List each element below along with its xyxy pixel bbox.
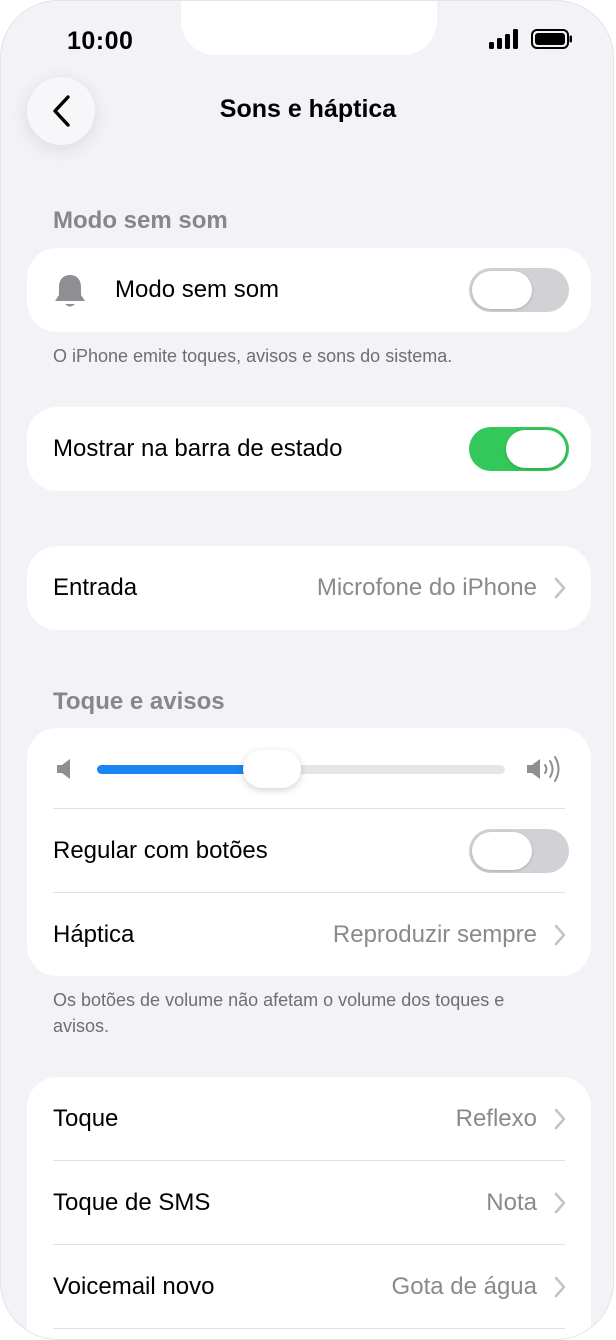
toggle-knob — [472, 271, 532, 309]
adjust-with-buttons-toggle[interactable] — [469, 829, 569, 873]
toggle-knob — [506, 430, 566, 468]
ringtone-value: Reflexo — [455, 1105, 537, 1132]
status-time: 10:00 — [67, 27, 134, 55]
adjust-with-buttons-label: Regular com botões — [53, 837, 268, 864]
input-card: Entrada Microfone do iPhone — [27, 546, 591, 630]
chevron-right-icon — [554, 1276, 566, 1298]
silent-mode-card: Modo sem som — [27, 248, 591, 332]
chevron-right-icon — [554, 1192, 566, 1214]
ringer-card: Regular com botões Háptica Reproduzir se… — [27, 728, 591, 976]
list-item-new-voicemail[interactable]: Voicemail novo Gota de água — [27, 1245, 591, 1329]
volume-slider-thumb[interactable] — [243, 750, 302, 788]
volume-slider[interactable] — [97, 765, 505, 774]
speaker-high-icon — [527, 756, 560, 782]
divider — [53, 808, 565, 809]
divider — [53, 1328, 565, 1329]
haptics-label: Háptica — [53, 921, 135, 948]
input-row[interactable]: Entrada Microfone do iPhone — [27, 546, 591, 630]
text-tone-label: Toque de SMS — [53, 1189, 211, 1216]
toggle-knob — [472, 832, 532, 870]
new-voicemail-value: Gota de água — [391, 1273, 537, 1300]
ringer-footnote: Os botões de volume não afetam o volume … — [53, 990, 505, 1036]
bell-icon — [55, 275, 85, 307]
chevron-right-icon — [554, 1108, 566, 1130]
volume-slider-row — [27, 728, 591, 810]
sounds-card: Toque Reflexo Toque de SMS Nota Voicemai… — [27, 1077, 591, 1339]
section-header-silent: Modo sem som — [53, 207, 228, 234]
new-voicemail-label: Voicemail novo — [53, 1273, 215, 1300]
status-bar-card: Mostrar na barra de estado — [27, 407, 591, 491]
cellular-signal-icon — [489, 29, 518, 49]
input-label: Entrada — [53, 574, 138, 601]
ringtone-label: Toque — [53, 1105, 119, 1132]
phone-screen: 10:00 Sons e háptica Modo sem som Modo s… — [0, 0, 614, 1340]
haptics-row[interactable]: Háptica Reproduzir sempre — [27, 894, 591, 976]
page-title: Sons e háptica — [219, 95, 397, 123]
divider — [53, 892, 565, 893]
section-header-ringer: Toque e avisos — [53, 688, 225, 715]
adjust-with-buttons-row: Regular com botões — [27, 810, 591, 892]
battery-icon — [531, 29, 572, 49]
silent-mode-footnote: O iPhone emite toques, avisos e sons do … — [53, 346, 453, 366]
list-item-text-tone[interactable]: Toque de SMS Nota — [27, 1161, 591, 1245]
chevron-right-icon — [554, 924, 566, 946]
input-value: Microfone do iPhone — [316, 574, 537, 601]
status-icons — [489, 29, 573, 49]
silent-mode-toggle[interactable] — [469, 268, 569, 312]
show-in-status-bar-row: Mostrar na barra de estado — [27, 407, 591, 491]
show-in-status-bar-label: Mostrar na barra de estado — [53, 435, 343, 462]
list-item-ringtone[interactable]: Toque Reflexo — [27, 1077, 591, 1161]
text-tone-value: Nota — [486, 1189, 537, 1216]
show-in-status-bar-toggle[interactable] — [469, 427, 569, 471]
chevron-right-icon — [554, 577, 566, 599]
haptics-value: Reproduzir sempre — [332, 921, 537, 948]
silent-mode-row: Modo sem som — [27, 248, 591, 332]
notch — [181, 1, 437, 55]
speaker-low-icon — [57, 759, 70, 779]
silent-mode-label: Modo sem som — [115, 276, 280, 303]
